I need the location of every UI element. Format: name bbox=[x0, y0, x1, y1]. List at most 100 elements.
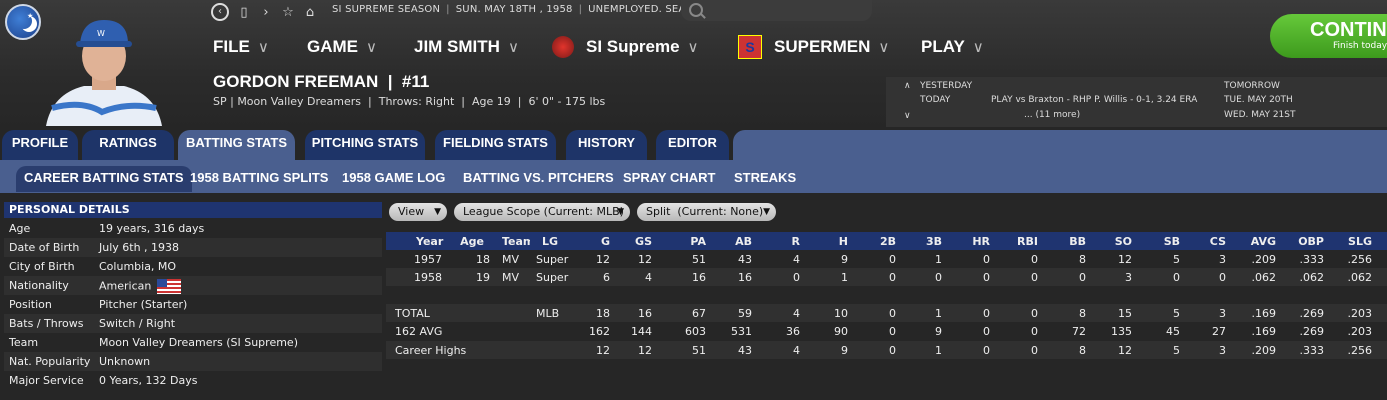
table-cell: 4 bbox=[793, 307, 800, 320]
table-cell: 4 bbox=[793, 344, 800, 357]
table-cell: MV bbox=[502, 253, 520, 266]
table-cell: .169 bbox=[1251, 307, 1277, 320]
column-header[interactable]: R bbox=[772, 235, 800, 248]
menu-league-label: SI Supreme bbox=[586, 37, 680, 56]
continue-button[interactable]: CONTINUE Finish today bbox=[1270, 14, 1387, 58]
column-header[interactable]: RBI bbox=[1008, 235, 1038, 248]
schedule-up-icon[interactable]: ∧ bbox=[904, 81, 911, 91]
column-header[interactable]: OBP bbox=[1284, 235, 1324, 248]
back-arrow-icon[interactable]: ‹ bbox=[211, 3, 229, 21]
column-header[interactable]: AB bbox=[722, 235, 752, 248]
schedule-down-icon[interactable]: ∨ bbox=[904, 111, 911, 121]
season-label[interactable]: SI SUPREME SEASON bbox=[332, 4, 440, 15]
column-header[interactable]: CS bbox=[1196, 235, 1226, 248]
tab-ratings[interactable]: RATINGS bbox=[82, 130, 174, 160]
table-cell: MV bbox=[502, 271, 520, 284]
tab-pitching-stats[interactable]: PITCHING STATS bbox=[305, 130, 425, 160]
table-row: 1958 19 MV Super 6 4 16 16 0 1 0 0 0 0 0 3 0 0 .062 .062 .06… bbox=[386, 268, 1387, 286]
table-cell: .203 bbox=[1347, 307, 1373, 320]
chevron-down-icon: ∨ bbox=[257, 39, 269, 56]
tab-profile[interactable]: PROFILE bbox=[2, 130, 78, 160]
tab-fielding-stats[interactable]: FIELDING STATS bbox=[435, 130, 556, 160]
table-cell: .256 bbox=[1347, 344, 1373, 357]
menu-file-label: FILE bbox=[213, 37, 250, 56]
schedule-panel: ∧ ∨ YESTERDAY TODAY PLAY vs Braxton - RH… bbox=[886, 77, 1387, 127]
subtab-career-batting-stats[interactable]: CAREER BATTING STATS bbox=[16, 166, 192, 192]
menu-game[interactable]: GAME ∨ bbox=[307, 36, 377, 58]
detail-label: Age bbox=[9, 222, 31, 235]
table-cell: 4 bbox=[793, 253, 800, 266]
menu-play[interactable]: PLAY ∨ bbox=[921, 36, 984, 58]
tab-history[interactable]: HISTORY bbox=[566, 130, 647, 160]
column-header[interactable]: HR bbox=[960, 235, 990, 248]
table-cell: 15 bbox=[1118, 307, 1132, 320]
table-cell: 90 bbox=[834, 325, 848, 338]
split-dropdown[interactable]: Split (Current: None) ▼ bbox=[637, 203, 776, 221]
date-label: SUN. MAY 18TH , 1958 bbox=[455, 4, 573, 15]
subtab-batting-vs-pitchers[interactable]: BATTING VS. PITCHERS bbox=[463, 166, 614, 192]
detail-row: Nat. Popularity Unknown bbox=[4, 352, 382, 371]
subtab-batting-splits[interactable]: 1958 BATTING SPLITS bbox=[190, 166, 328, 192]
column-header[interactable]: G bbox=[582, 235, 610, 248]
menu-file[interactable]: FILE ∨ bbox=[213, 36, 269, 58]
column-header[interactable]: 2B bbox=[866, 235, 896, 248]
column-header[interactable]: SO bbox=[1102, 235, 1132, 248]
table-cell: .256 bbox=[1347, 253, 1373, 266]
table-cell: 0 bbox=[983, 253, 990, 266]
menu-team[interactable]: S SUPERMEN ∨ bbox=[738, 35, 889, 59]
table-cell: 0 bbox=[983, 325, 990, 338]
column-header[interactable]: SB bbox=[1150, 235, 1180, 248]
chevron-down-icon: ∨ bbox=[507, 39, 519, 56]
menu-league[interactable]: SI Supreme ∨ bbox=[552, 36, 699, 58]
column-header[interactable]: 3B bbox=[912, 235, 942, 248]
table-cell: 18 bbox=[476, 253, 490, 266]
league-scope-dropdown[interactable]: League Scope (Current: MLB) ▼ bbox=[454, 203, 630, 221]
detail-label: City of Birth bbox=[9, 260, 75, 273]
table-cell: 12 bbox=[596, 344, 610, 357]
detail-value[interactable]: Moon Valley Dreamers (SI Supreme) bbox=[99, 336, 298, 349]
column-header[interactable]: LG bbox=[542, 235, 576, 248]
app-logo-icon[interactable]: ★ bbox=[5, 4, 41, 40]
table-cell: 19 bbox=[476, 271, 490, 284]
table-cell: 12 bbox=[596, 253, 610, 266]
subtab-streaks[interactable]: STREAKS bbox=[734, 166, 796, 192]
chevron-down-icon: ∨ bbox=[972, 39, 984, 56]
column-header[interactable]: BB bbox=[1056, 235, 1086, 248]
column-header[interactable]: Team bbox=[502, 235, 530, 248]
tab-batting-stats[interactable]: BATTING STATS bbox=[178, 130, 295, 160]
subtab-spray-chart[interactable]: SPRAY CHART bbox=[623, 166, 715, 192]
column-header[interactable]: Age bbox=[460, 235, 484, 248]
subtab-game-log[interactable]: 1958 GAME LOG bbox=[342, 166, 445, 192]
star-icon[interactable]: ☆ bbox=[281, 5, 295, 20]
table-cell: 12 bbox=[638, 253, 652, 266]
column-header[interactable]: SLG bbox=[1332, 235, 1372, 248]
search-input[interactable] bbox=[681, 0, 872, 21]
window-icon[interactable]: ▯ bbox=[237, 5, 251, 20]
table-cell: .333 bbox=[1299, 253, 1325, 266]
detail-value: Unknown bbox=[99, 355, 151, 368]
personal-details-title: PERSONAL DETAILS bbox=[4, 202, 382, 218]
more-games-link[interactable]: ... (11 more) bbox=[1024, 110, 1080, 120]
chevron-right-icon[interactable]: › bbox=[259, 5, 273, 20]
table-cell: .062 bbox=[1251, 271, 1277, 284]
table-cell: 3 bbox=[1219, 344, 1226, 357]
home-icon[interactable]: ⌂ bbox=[303, 5, 317, 20]
detail-value: American bbox=[99, 279, 152, 293]
view-dropdown[interactable]: View ▼ bbox=[389, 203, 447, 221]
chevron-down-icon: ∨ bbox=[687, 39, 699, 56]
player-name: GORDON FREEMAN | #11 bbox=[213, 72, 430, 91]
detail-label: Major Service bbox=[9, 374, 84, 387]
column-header[interactable]: PA bbox=[676, 235, 706, 248]
menu-manager[interactable]: JIM SMITH ∨ bbox=[414, 36, 519, 58]
dropdown-caret-icon: ▼ bbox=[434, 207, 441, 217]
column-header[interactable]: H bbox=[818, 235, 848, 248]
column-header[interactable]: AVG bbox=[1236, 235, 1276, 248]
today-game[interactable]: PLAY vs Braxton - RHP P. Willis - 0-1, 3… bbox=[991, 95, 1197, 105]
table-row bbox=[386, 286, 1387, 304]
table-cell: 18 bbox=[596, 307, 610, 320]
tab-editor[interactable]: EDITOR bbox=[656, 130, 729, 160]
split-dropdown-label: Split (Current: None) bbox=[646, 205, 764, 218]
detail-label: Bats / Throws bbox=[9, 317, 84, 330]
column-header[interactable]: GS bbox=[622, 235, 652, 248]
table-cell: 0 bbox=[889, 253, 896, 266]
